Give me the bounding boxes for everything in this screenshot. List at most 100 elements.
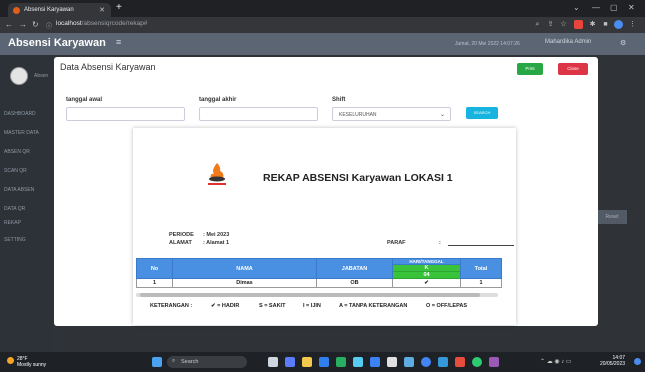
url-path: /absensiqrcode/rekap# xyxy=(81,20,148,27)
chrome-icon[interactable] xyxy=(421,357,431,367)
hamburger-icon[interactable]: ≡ xyxy=(116,37,121,47)
start-date-input[interactable] xyxy=(66,107,185,121)
header-user[interactable]: Mahardika Admin xyxy=(545,39,591,45)
paraf-separator: : xyxy=(439,240,441,246)
shift-label: Shift xyxy=(332,97,346,103)
maximize-icon[interactable]: ▢ xyxy=(610,3,618,12)
company-logo-icon xyxy=(208,163,226,185)
sidebar-item-dashboard[interactable]: DASHBOARD xyxy=(4,111,53,117)
col-total: Total xyxy=(460,258,502,279)
back-icon[interactable]: ← xyxy=(5,20,13,29)
url-field[interactable]: localhost/absensiqrcode/rekap# xyxy=(56,20,147,27)
sun-icon xyxy=(7,357,14,364)
paraf-label: PARAF xyxy=(387,240,406,246)
row-status: ✔ xyxy=(392,278,461,288)
sidebar: Absen DASHBOARD MASTER DATA ABSEN QR SCA… xyxy=(0,55,53,352)
app-icon-8[interactable] xyxy=(455,357,465,367)
sidebar-item-rekap[interactable]: REKAP xyxy=(4,220,53,226)
row-total: 1 xyxy=(460,278,502,288)
day-code-header: K xyxy=(392,264,461,272)
weather-widget[interactable]: 28°F Mostly sunny xyxy=(7,356,47,368)
browser-tab-strip: Absensi Karyawan ✕ + ⌄ — ▢ ✕ xyxy=(0,0,645,17)
minimize-icon[interactable]: — xyxy=(592,3,600,12)
legend-tanpa-keterangan: A = TANPA KETERANGAN xyxy=(339,303,408,309)
shift-select[interactable]: KESELURUHAN ⌄ xyxy=(332,107,451,121)
url-host: localhost xyxy=(56,20,82,27)
app-icon-9[interactable] xyxy=(472,357,482,367)
share-icon[interactable]: ⇪ xyxy=(546,20,555,29)
info-icon[interactable]: ⓘ xyxy=(46,21,52,30)
windows-start-icon[interactable] xyxy=(152,357,162,367)
system-tray-icons[interactable]: ⌃ ☁ ◉ ♪ ▭ xyxy=(540,358,572,365)
col-jabatan: JABATAN xyxy=(316,258,393,279)
notification-icon[interactable] xyxy=(634,358,641,365)
app-icon-2[interactable] xyxy=(336,357,346,367)
legend-hadir: ✔ = HADIR xyxy=(211,303,240,309)
sidebar-item-scan-qr[interactable]: SCAN QR xyxy=(4,168,53,174)
app-icon-5[interactable] xyxy=(387,357,397,367)
sidebar-item-data-absen[interactable]: DATA ABSEN xyxy=(4,187,53,193)
browser-tab-title: Absensi Karyawan xyxy=(24,7,74,13)
app-icon-3[interactable] xyxy=(353,357,363,367)
header-date: Jumat, 20 Mei 2022 14:07:26 xyxy=(455,41,520,47)
app-icon-4[interactable] xyxy=(370,357,380,367)
close-tab-icon[interactable]: ✕ xyxy=(99,6,105,14)
avatar xyxy=(10,67,28,85)
row-no: 1 xyxy=(136,278,173,288)
periode-label: PERIODE xyxy=(169,232,194,238)
table-horizontal-scrollbar[interactable] xyxy=(136,293,498,297)
app-brand[interactable]: Absensi Karyawan xyxy=(8,37,106,49)
print-button[interactable]: Print xyxy=(517,63,543,75)
col-nama: NAMA xyxy=(172,258,317,279)
search-button[interactable]: SEARCH xyxy=(466,107,498,119)
modal-title: Data Absensi Karyawan xyxy=(60,62,156,72)
day-num-header: 04 xyxy=(392,271,461,279)
close-button[interactable]: Close xyxy=(558,63,588,75)
legend-off: O = OFF/LEPAS xyxy=(426,303,468,309)
attendance-table: No NAMA JABATAN HARI/TANGGAL Total K 04 … xyxy=(136,258,502,288)
report-sheet: REKAP ABSENSI Karyawan LOKASI 1 PERIODE … xyxy=(133,128,516,325)
window-icon[interactable]: ■ xyxy=(601,20,610,29)
clock[interactable]: 14:07 20/05/2023 xyxy=(600,355,625,367)
edge-icon[interactable] xyxy=(319,357,329,367)
settings-gear-icon[interactable]: ⚙ xyxy=(620,39,626,47)
app-header: Absensi Karyawan ≡ Jumat, 20 Mei 2022 14… xyxy=(0,33,645,55)
app-icon-1[interactable] xyxy=(285,357,295,367)
app-icon-10[interactable] xyxy=(489,357,499,367)
file-explorer-icon[interactable] xyxy=(302,357,312,367)
sidebar-item-setting[interactable]: SETTING xyxy=(4,237,53,243)
forward-icon[interactable]: → xyxy=(19,20,27,29)
alamat-value: : Alamat 1 xyxy=(203,240,230,246)
browser-tab[interactable]: Absensi Karyawan ✕ xyxy=(8,3,111,17)
taskbar-search[interactable]: ⌕ Search xyxy=(167,356,247,368)
puzzle-icon[interactable]: ✱ xyxy=(588,20,597,29)
weather-desc: Mostly sunny xyxy=(17,362,47,368)
extension-icon[interactable] xyxy=(574,20,583,29)
bookmark-star-icon[interactable]: ☆ xyxy=(559,20,568,29)
reload-icon[interactable]: ↻ xyxy=(32,20,39,29)
close-window-icon[interactable]: ✕ xyxy=(628,3,635,12)
start-date-label: tanggal awal xyxy=(66,97,103,103)
app-icon-6[interactable] xyxy=(404,357,414,367)
scrollbar-thumb[interactable] xyxy=(140,293,480,297)
profile-icon[interactable] xyxy=(614,20,623,29)
sidebar-item-data-qr[interactable]: DATA QR xyxy=(4,206,53,212)
attendance-modal: Data Absensi Karyawan Print Close tangga… xyxy=(54,57,598,326)
legend-ijin: I = IJIN xyxy=(303,303,321,309)
row-nama: Dimas xyxy=(172,278,317,288)
periode-value: : Mei 2023 xyxy=(203,232,230,238)
menu-dots-icon[interactable]: ⋮ xyxy=(628,20,637,29)
task-view-icon[interactable] xyxy=(268,357,278,367)
end-date-input[interactable] xyxy=(199,107,318,121)
new-tab-icon[interactable]: + xyxy=(116,2,122,13)
sidebar-item-absen-qr[interactable]: ABSEN QR xyxy=(4,149,53,155)
end-date-label: tanggal akhir xyxy=(199,97,237,103)
zoom-icon[interactable]: ⌕ xyxy=(533,20,542,29)
app-icon-7[interactable] xyxy=(438,357,448,367)
sidebar-item-master[interactable]: MASTER DATA xyxy=(4,130,53,136)
address-bar-row: ← → ↻ ⓘ localhost/absensiqrcode/rekap# ⌕… xyxy=(0,17,645,33)
row-jabatan: OB xyxy=(316,278,393,288)
table-row: 1 Dimas OB ✔ 1 xyxy=(136,278,502,288)
legend-sakit: S = SAKIT xyxy=(259,303,286,309)
chevron-down-icon[interactable]: ⌄ xyxy=(573,3,580,12)
